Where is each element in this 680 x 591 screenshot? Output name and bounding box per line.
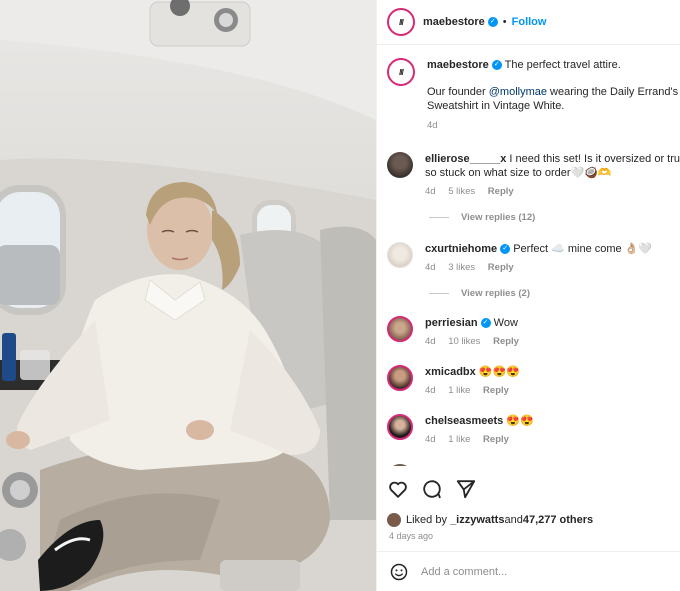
comment-icon[interactable]	[421, 478, 443, 500]
comment-avatar[interactable]	[387, 414, 413, 440]
comment-likes[interactable]: 5 likes	[448, 186, 475, 197]
comment-time: 4d	[425, 186, 436, 197]
reply-button[interactable]: Reply	[488, 262, 514, 273]
comment-avatar[interactable]	[387, 316, 413, 342]
verified-icon: ✓	[480, 318, 491, 329]
caption-username[interactable]: maebestore	[427, 59, 489, 71]
reply-button[interactable]: Reply	[483, 434, 509, 445]
comment-username[interactable]: xmicadbx	[425, 366, 476, 378]
comment-avatar[interactable]	[387, 464, 413, 466]
add-comment-bar: Add a comment...	[377, 551, 680, 591]
likes-count[interactable]: 47,277 others	[523, 514, 593, 526]
caption-line2-suffix: wearing the Daily Errand's C	[547, 86, 680, 98]
comment-time: 4d	[425, 262, 436, 273]
caption-mention-link[interactable]: @mollymae	[489, 86, 547, 98]
post-date: 4 days ago	[389, 531, 434, 541]
comment-time: 4d	[425, 385, 436, 396]
comment-avatar[interactable]	[387, 242, 413, 268]
post-photo-illustration	[0, 0, 376, 591]
comment-likes[interactable]: 1 like	[448, 385, 470, 396]
caption-line3: Sweatshirt in Vintage White.	[427, 100, 565, 112]
separator-dot: •	[502, 16, 507, 28]
view-replies-button[interactable]: View replies (12)	[429, 212, 535, 223]
comment-avatar[interactable]	[387, 365, 413, 391]
caption-text: The perfect travel attire.	[504, 59, 621, 71]
emoji-icon[interactable]	[389, 562, 409, 582]
reply-button[interactable]: Reply	[488, 186, 514, 197]
caption-avatar[interactable]: ///	[387, 58, 415, 86]
comment-time: 4d	[425, 434, 436, 445]
comment-likes[interactable]: 3 likes	[448, 262, 475, 273]
comment-time: 4d	[425, 336, 436, 347]
comment-item: perriesian ✓ Wow 4d 10 likes Reply	[377, 316, 680, 349]
comment-item: ellierose_____x I need this set! Is it o…	[377, 152, 680, 199]
post-photo[interactable]	[0, 0, 376, 591]
post-caption: /// maebestore ✓ The perfect travel attir…	[377, 46, 680, 133]
likes-middle: and	[504, 514, 523, 526]
comment-likes[interactable]: 1 like	[448, 434, 470, 445]
share-icon[interactable]	[455, 478, 477, 500]
likes-prefix: Liked by	[406, 514, 447, 526]
comment-item: cxurtniehome ✓ Perfect ☁️ mine come 👌🏼🤍 4…	[377, 242, 680, 275]
comment-likes[interactable]: 10 likes	[448, 336, 480, 347]
replies-line	[429, 293, 449, 294]
reply-button[interactable]: Reply	[483, 385, 509, 396]
comment-item: chelseasmeets 😍😍 4d 1 like Reply	[377, 414, 680, 447]
view-replies-button[interactable]: View replies (2)	[429, 288, 530, 299]
liker-avatar[interactable]	[387, 513, 401, 527]
comment-username[interactable]: perriesian	[425, 317, 478, 329]
post-side-panel: /// maebestore ✓ • Follow /// maebestore…	[376, 0, 680, 591]
follow-button[interactable]: Follow	[512, 16, 547, 28]
comments-scroll[interactable]: /// maebestore ✓ The perfect travel attir…	[377, 46, 680, 466]
post-header: /// maebestore ✓ • Follow	[377, 0, 680, 45]
verified-icon: ✓	[500, 244, 511, 255]
comment-text: Wow	[493, 317, 518, 329]
comment-username[interactable]: cxurtniehome	[425, 243, 497, 255]
likes-summary: Liked by _izzywatts and 47,277 others	[387, 513, 593, 527]
likes-user[interactable]: _izzywatts	[450, 514, 504, 526]
comment-text: 😍😍	[506, 415, 534, 427]
add-comment-input[interactable]: Add a comment...	[421, 566, 507, 578]
heart-icon[interactable]	[387, 478, 409, 500]
view-replies-label: View replies (12)	[461, 212, 536, 223]
store-avatar[interactable]: ///	[387, 8, 415, 36]
header-username[interactable]: maebestore	[423, 16, 485, 28]
comment-text: 😍😍😍	[478, 366, 520, 378]
comment-text: I need this set! Is it oversized or tru	[509, 153, 680, 165]
verified-icon: ✓	[487, 17, 498, 27]
post-actions	[387, 478, 477, 500]
caption-time: 4d	[427, 120, 438, 131]
caption-line2-prefix: Our founder	[427, 86, 489, 98]
comment-avatar[interactable]	[387, 152, 413, 178]
comment-username[interactable]: chelseasmeets	[425, 415, 503, 427]
reply-button[interactable]: Reply	[493, 336, 519, 347]
comment-item-partial	[377, 464, 413, 466]
replies-line	[429, 217, 449, 218]
comment-text: Perfect ☁️ mine come 👌🏼🤍	[513, 243, 653, 255]
comment-text-line2: so stuck on what size to order🤍🥥🫶	[425, 167, 612, 179]
verified-icon: ✓	[491, 60, 502, 71]
comment-username[interactable]: ellierose_____x	[425, 153, 506, 165]
comment-item: xmicadbx 😍😍😍 4d 1 like Reply	[377, 365, 680, 398]
view-replies-label: View replies (2)	[461, 288, 530, 299]
